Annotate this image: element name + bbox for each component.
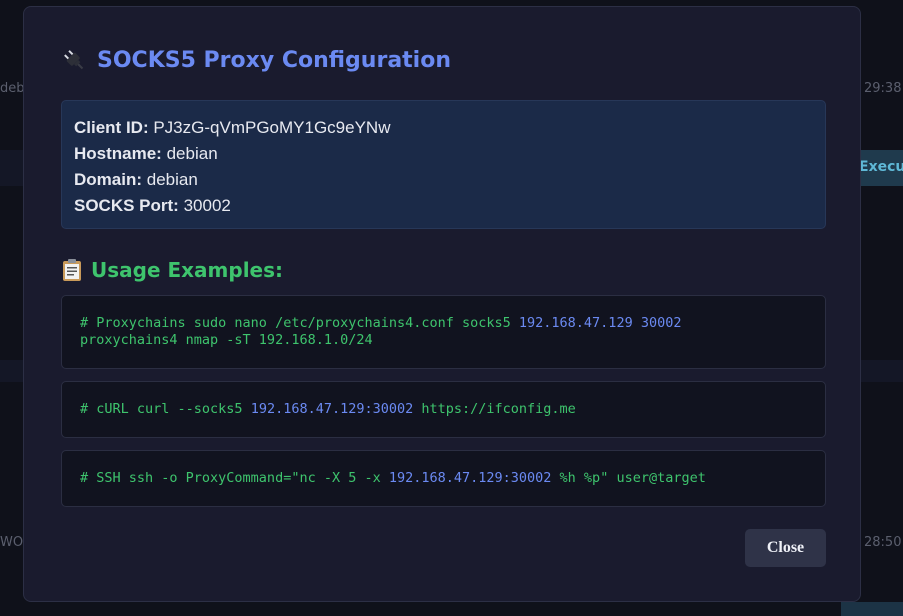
hostname-value: debian: [166, 144, 218, 163]
clipboard-icon: [61, 258, 83, 282]
usage-examples-heading: Usage Examples:: [61, 258, 283, 282]
close-button[interactable]: Close: [745, 529, 826, 567]
code-text: # SSH ssh -o ProxyCommand="nc -X 5 -x: [80, 470, 389, 486]
code-line: # SSH ssh -o ProxyCommand="nc -X 5 -x 19…: [80, 470, 807, 487]
code-ip: 192.168.47.129:30002: [250, 401, 414, 417]
curl-example[interactable]: # cURL curl --socks5 192.168.47.129:3000…: [61, 381, 826, 438]
proxychains-example[interactable]: # Proxychains sudo nano /etc/proxychains…: [61, 295, 826, 369]
client-id-value: PJ3zG-qVmPGoMY1Gc9eYNw: [153, 118, 391, 137]
plug-icon: [61, 47, 87, 73]
ssh-example[interactable]: # SSH ssh -o ProxyCommand="nc -X 5 -x 19…: [61, 450, 826, 507]
hostname-label: Hostname:: [74, 144, 162, 163]
code-text: # Proxychains sudo nano /etc/proxychains…: [80, 315, 519, 331]
background-accent: [841, 602, 903, 616]
background-text: WO: [0, 535, 24, 550]
code-ip: 192.168.47.129:30002: [388, 470, 552, 486]
modal-title: SOCKS5 Proxy Configuration: [61, 47, 451, 73]
domain-label: Domain:: [74, 170, 142, 189]
socks-port-value: 30002: [183, 196, 231, 215]
background-text: deb: [0, 81, 25, 96]
code-text: # cURL curl --socks5: [80, 401, 251, 417]
code-line: # Proxychains sudo nano /etc/proxychains…: [80, 315, 807, 332]
client-id-row: Client ID: PJ3zG-qVmPGoMY1Gc9eYNw: [74, 115, 813, 141]
socks-port-row: SOCKS Port: 30002: [74, 193, 813, 219]
background-execute-label: Execu: [859, 159, 903, 175]
modal-title-text: SOCKS5 Proxy Configuration: [97, 47, 451, 73]
background-time: 29:38: [864, 81, 902, 96]
code-line: proxychains4 nmap -sT 192.168.1.0/24: [80, 332, 373, 348]
hostname-row: Hostname: debian: [74, 141, 813, 167]
background-time: 28:50: [864, 535, 902, 550]
code-line: # cURL curl --socks5 192.168.47.129:3000…: [80, 401, 807, 418]
domain-value: debian: [146, 170, 198, 189]
socks-port-label: SOCKS Port:: [74, 196, 179, 215]
client-info-panel: Client ID: PJ3zG-qVmPGoMY1Gc9eYNw Hostna…: [61, 100, 826, 229]
code-text: https://ifconfig.me: [413, 401, 576, 417]
domain-row: Domain: debian: [74, 167, 813, 193]
proxy-config-modal: SOCKS5 Proxy Configuration Client ID: PJ…: [23, 6, 861, 602]
client-id-label: Client ID:: [74, 118, 149, 137]
code-text: %h %p" user@target: [551, 470, 706, 486]
usage-examples-title: Usage Examples:: [91, 258, 284, 282]
code-ip: 192.168.47.129 30002: [518, 315, 682, 331]
